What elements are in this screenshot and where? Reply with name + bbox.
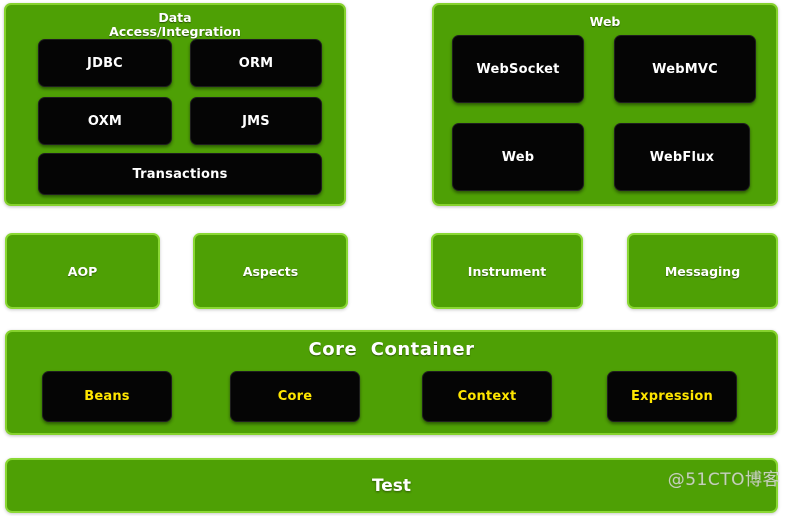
module-webmvc-label: WebMVC <box>652 61 718 77</box>
module-orm-label: ORM <box>238 55 274 71</box>
module-websocket-label: WebSocket <box>476 61 560 77</box>
module-transactions[interactable]: Transactions <box>38 153 322 195</box>
module-webflux[interactable]: WebFlux <box>614 123 750 191</box>
panel-web-title: Web <box>589 14 621 29</box>
module-instrument[interactable]: Instrument <box>431 233 583 309</box>
module-websocket[interactable]: WebSocket <box>452 35 584 103</box>
module-aspects-label: Aspects <box>242 263 299 279</box>
module-aspects[interactable]: Aspects <box>193 233 348 309</box>
module-transactions-label: Transactions <box>132 166 228 182</box>
module-core[interactable]: Core <box>230 371 360 422</box>
module-orm[interactable]: ORM <box>190 39 322 87</box>
module-core-label: Core <box>277 389 313 404</box>
module-messaging-label: Messaging <box>664 263 741 279</box>
module-context[interactable]: Context <box>422 371 552 422</box>
module-messaging[interactable]: Messaging <box>627 233 778 309</box>
module-jdbc[interactable]: JDBC <box>38 39 172 87</box>
module-expression[interactable]: Expression <box>607 371 737 422</box>
module-beans-label: Beans <box>84 389 130 404</box>
module-web-label: Web <box>501 149 535 165</box>
module-expression-label: Expression <box>631 389 713 404</box>
module-web[interactable]: Web <box>452 123 584 191</box>
module-jms-label: JMS <box>242 113 270 129</box>
module-instrument-label: Instrument <box>467 263 547 279</box>
module-webmvc[interactable]: WebMVC <box>614 35 756 103</box>
module-test[interactable]: Test <box>5 458 778 513</box>
panel-core-container-title: Core Container <box>308 339 475 360</box>
module-jdbc-label: JDBC <box>87 55 123 71</box>
panel-data-access-integration-title: Data Access/Integration <box>109 10 241 40</box>
module-aop[interactable]: AOP <box>5 233 160 309</box>
spring-architecture-diagram: Data Access/Integration JDBC ORM OXM JMS… <box>0 0 788 516</box>
module-webflux-label: WebFlux <box>649 149 715 165</box>
module-context-label: Context <box>457 389 517 404</box>
module-beans[interactable]: Beans <box>42 371 172 422</box>
module-jms[interactable]: JMS <box>190 97 322 145</box>
module-oxm-label: OXM <box>87 113 123 129</box>
module-oxm[interactable]: OXM <box>38 97 172 145</box>
module-aop-label: AOP <box>67 263 98 279</box>
module-test-label: Test <box>371 475 412 496</box>
